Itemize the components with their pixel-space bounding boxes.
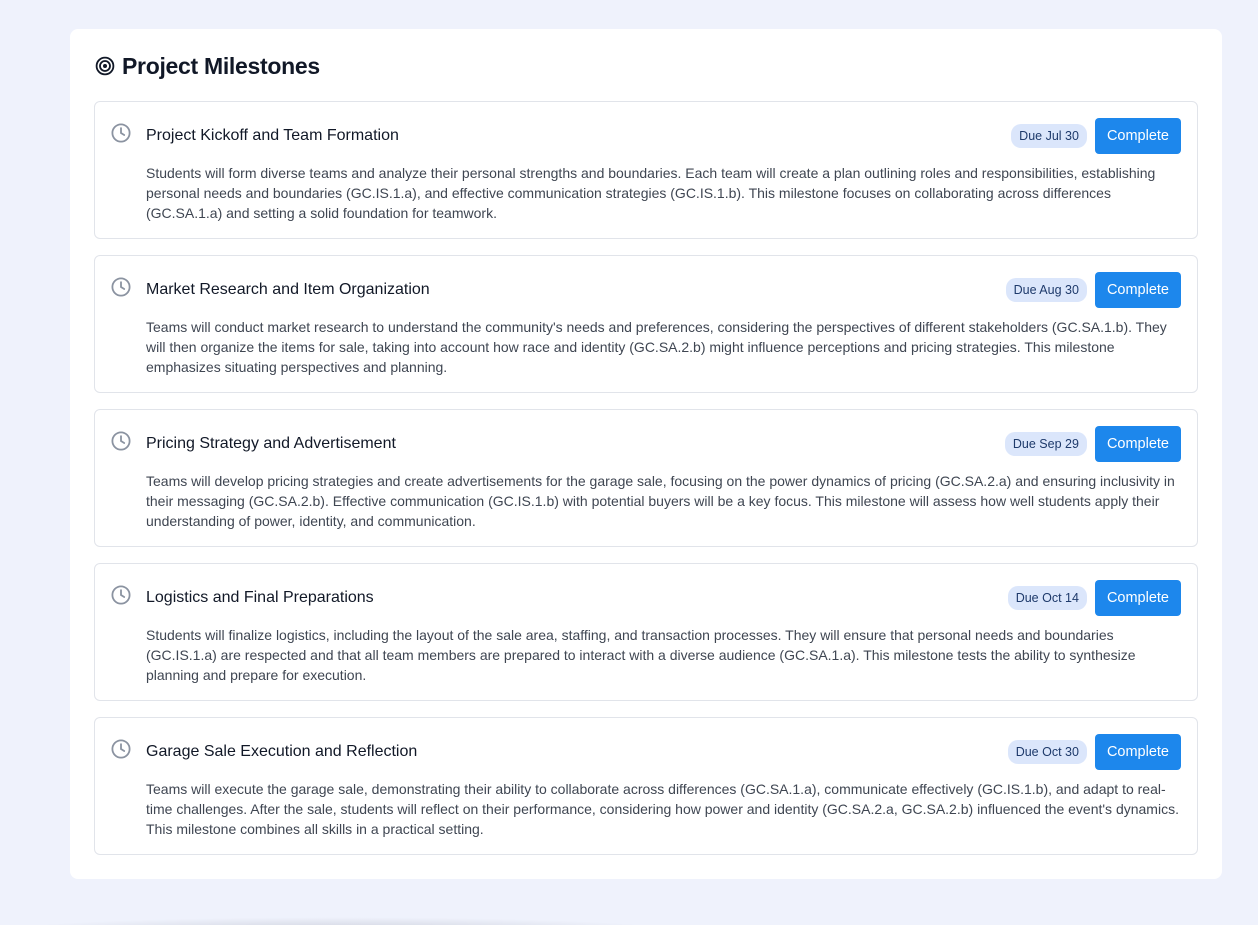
due-date-badge: Due Oct 14: [1007, 586, 1087, 610]
milestones-panel: Project Milestones Project Kickoff and T…: [70, 29, 1222, 879]
milestone-actions: Due Oct 30 Complete: [1007, 734, 1181, 770]
milestone-description: Teams will develop pricing strategies an…: [146, 473, 1175, 529]
milestone-actions: Due Aug 30 Complete: [1005, 272, 1181, 308]
milestone-title: Project Kickoff and Team Formation: [146, 127, 399, 144]
clock-icon: [110, 276, 132, 298]
milestone-description: Teams will execute the garage sale, demo…: [146, 781, 1179, 837]
clock-icon: [110, 584, 132, 606]
complete-button[interactable]: Complete: [1094, 734, 1181, 770]
milestone-actions: Due Oct 14 Complete: [1007, 580, 1181, 616]
page-title: Project Milestones: [122, 52, 320, 79]
milestone-card: Garage Sale Execution and Reflection Due…: [94, 717, 1198, 855]
bottom-shadow: [0, 917, 680, 925]
milestone-list: Project Kickoff and Team Formation Due J…: [94, 101, 1198, 855]
complete-button[interactable]: Complete: [1094, 118, 1181, 154]
milestone-card: Project Kickoff and Team Formation Due J…: [94, 101, 1198, 239]
milestone-title: Logistics and Final Preparations: [146, 589, 374, 606]
target-icon: [95, 56, 115, 76]
milestone-description: Teams will conduct market research to un…: [146, 319, 1167, 375]
due-date-badge: Due Jul 30: [1011, 124, 1087, 148]
milestone-description: Students will finalize logistics, includ…: [146, 627, 1136, 683]
clock-icon: [110, 430, 132, 452]
panel-header: Project Milestones: [94, 51, 1198, 81]
due-date-badge: Due Oct 30: [1007, 740, 1087, 764]
milestone-actions: Due Jul 30 Complete: [1011, 118, 1181, 154]
clock-icon: [110, 122, 132, 144]
milestone-title: Market Research and Item Organization: [146, 281, 430, 298]
milestone-title: Garage Sale Execution and Reflection: [146, 743, 418, 760]
due-date-badge: Due Aug 30: [1005, 278, 1087, 302]
milestone-card: Logistics and Final Preparations Due Oct…: [94, 563, 1198, 701]
milestone-description: Students will form diverse teams and ana…: [146, 165, 1156, 221]
clock-icon: [110, 738, 132, 760]
complete-button[interactable]: Complete: [1094, 580, 1181, 616]
milestone-title: Pricing Strategy and Advertisement: [146, 435, 396, 452]
milestone-card: Market Research and Item Organization Du…: [94, 255, 1198, 393]
milestone-actions: Due Sep 29 Complete: [1004, 426, 1181, 462]
complete-button[interactable]: Complete: [1094, 426, 1181, 462]
complete-button[interactable]: Complete: [1094, 272, 1181, 308]
milestone-card: Pricing Strategy and Advertisement Due S…: [94, 409, 1198, 547]
due-date-badge: Due Sep 29: [1004, 432, 1087, 456]
